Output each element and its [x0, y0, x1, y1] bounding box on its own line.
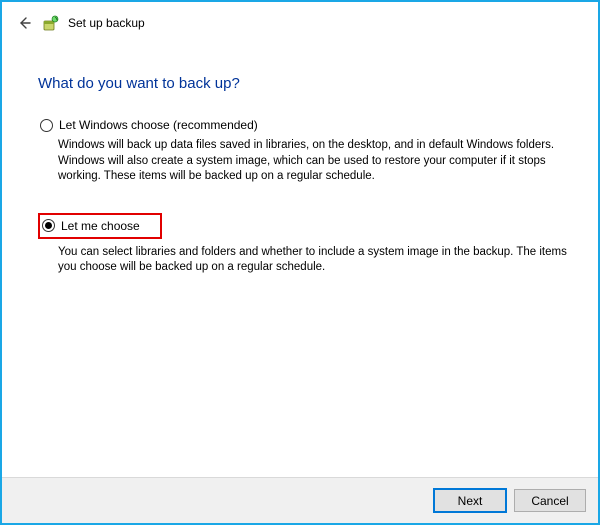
page-heading: What do you want to back up?: [38, 75, 570, 92]
radio-icon: [40, 119, 53, 132]
option-label: Let Windows choose (recommended): [59, 118, 258, 132]
radio-let-me-choose[interactable]: Let me choose: [38, 213, 162, 239]
header-bar: Set up backup: [2, 2, 598, 35]
option-desc-windows-choose: Windows will back up data files saved in…: [58, 138, 568, 185]
option-let-me-choose: Let me choose You can select libraries a…: [38, 213, 570, 276]
radio-icon: [42, 219, 55, 232]
next-button[interactable]: Next: [434, 489, 506, 512]
option-windows-choose: Let Windows choose (recommended) Windows…: [38, 116, 570, 185]
wizard-window: Set up backup What do you want to back u…: [0, 0, 600, 525]
wizard-title: Set up backup: [68, 16, 145, 30]
option-label: Let me choose: [61, 219, 140, 233]
cancel-button[interactable]: Cancel: [514, 489, 586, 512]
option-desc-let-me-choose: You can select libraries and folders and…: [58, 245, 568, 276]
radio-windows-choose[interactable]: Let Windows choose (recommended): [38, 116, 570, 134]
content-area: What do you want to back up? Let Windows…: [2, 35, 598, 477]
back-button[interactable]: [14, 13, 34, 33]
backup-wizard-icon: [42, 14, 60, 32]
back-arrow-icon: [16, 15, 32, 31]
footer-bar: Next Cancel: [2, 477, 598, 523]
